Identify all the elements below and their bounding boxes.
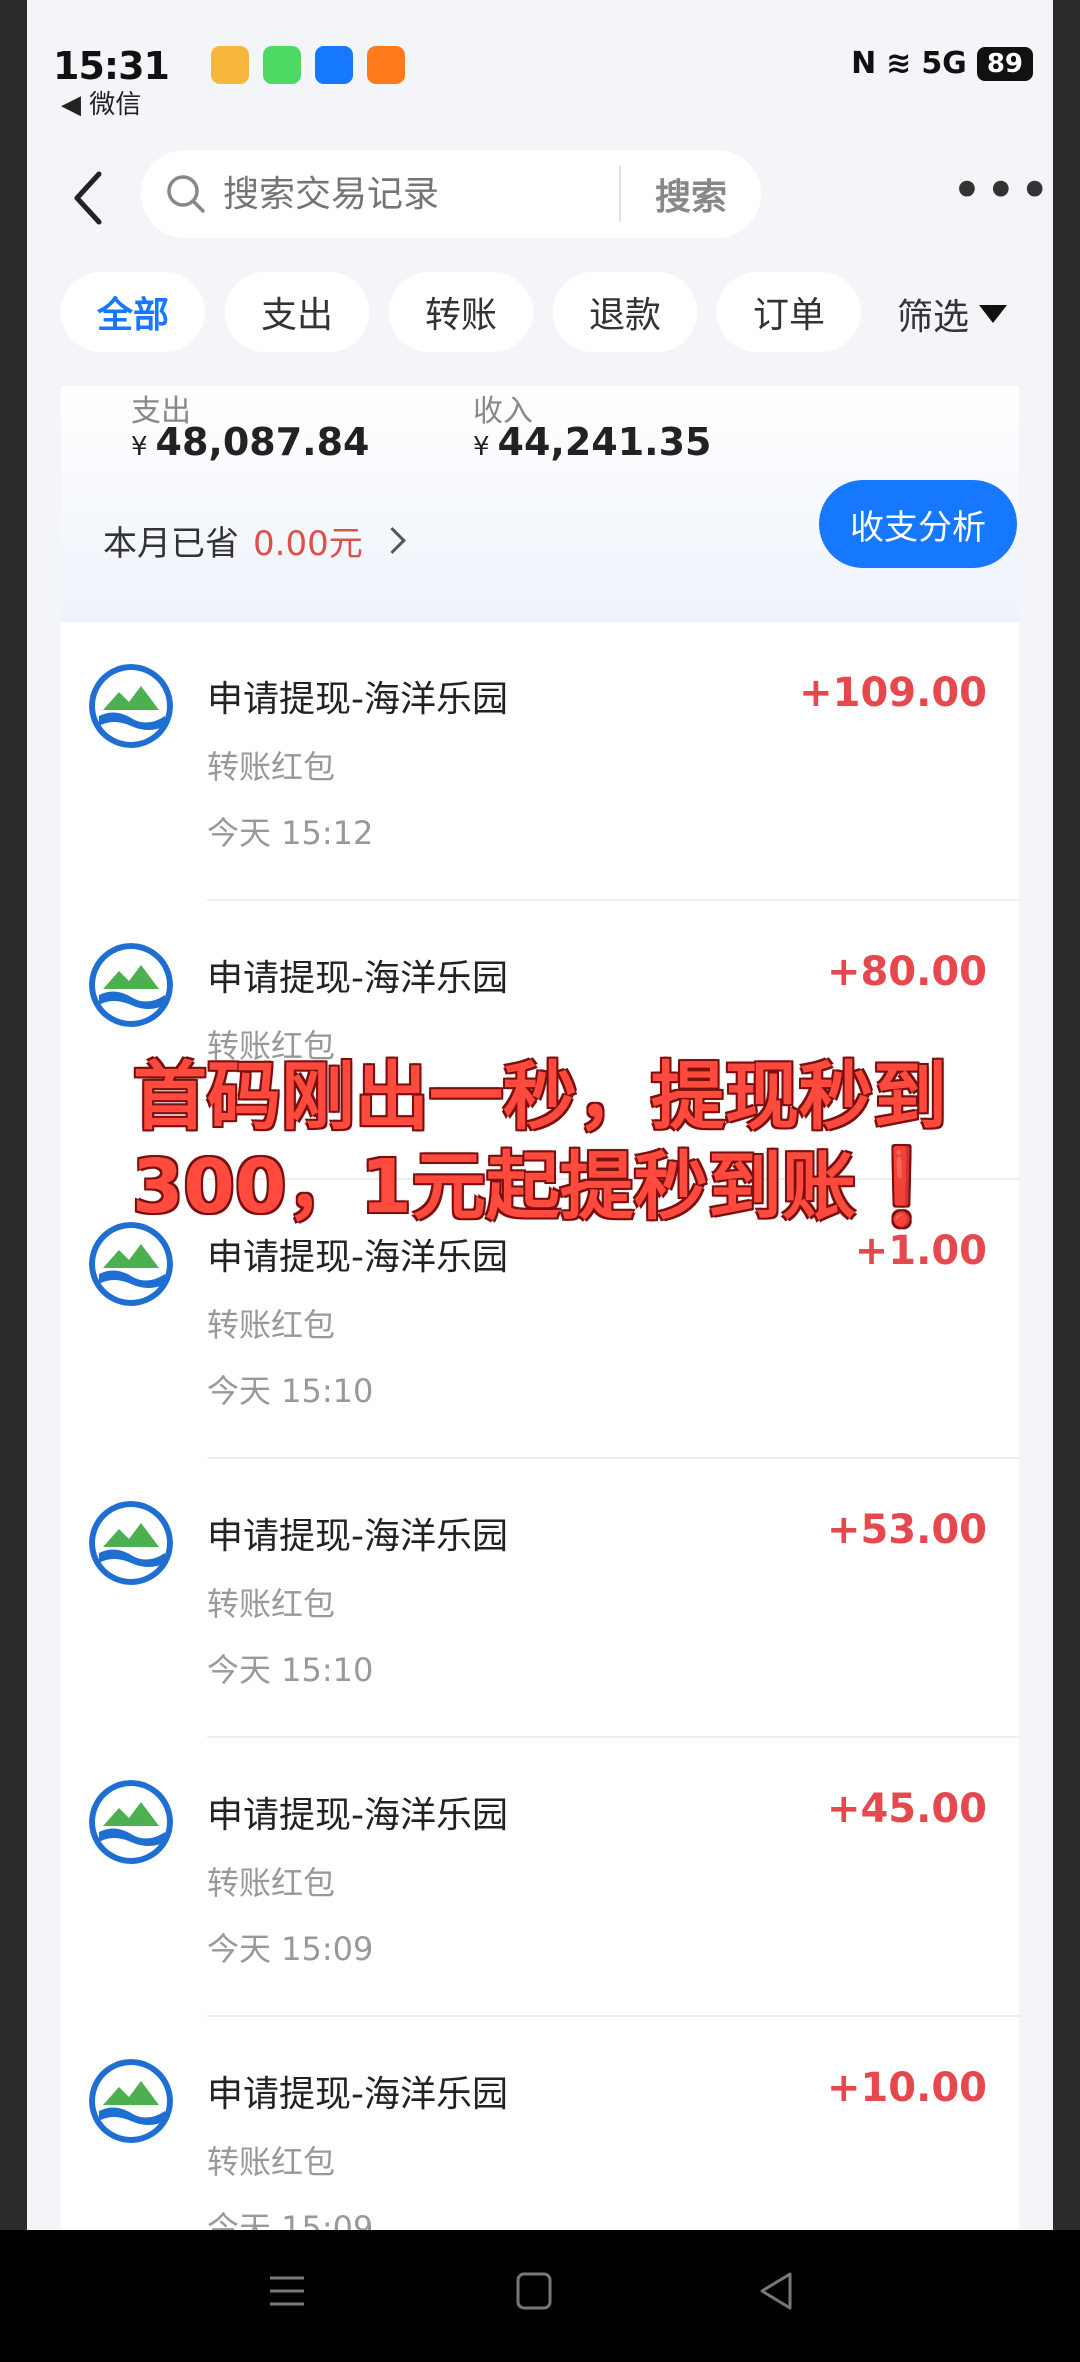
expense-amount: 48,087.84 (155, 420, 370, 464)
search-icon (167, 175, 205, 213)
search-input[interactable] (221, 172, 555, 216)
tab-all[interactable]: 全部 (61, 272, 205, 352)
transaction-type: 转账红包 (207, 1585, 336, 1623)
monthly-summary: 支出 ¥48,087.84 收入 ¥44,241.35 本月已省 0.00元 收… (61, 386, 1019, 622)
transaction-row[interactable]: 申请提现-海洋乐园 转账红包今天 15:10 +1.00 (61, 1180, 1019, 1459)
tab-expense[interactable]: 支出 (225, 272, 369, 352)
transaction-time: 今天 15:10 (207, 1651, 374, 1689)
wifi-icon: ≋ (886, 46, 912, 81)
transaction-amount: +53.00 (826, 1507, 987, 1553)
merchant-logo-icon (89, 664, 173, 748)
income-value: ¥44,241.35 (473, 420, 712, 464)
back-nav-icon[interactable] (756, 2270, 796, 2312)
transaction-row[interactable]: 申请提现-海洋乐园 转账红包今天 15:12 +109.00 (61, 622, 1019, 901)
filter-tabs: 全部 支出 转账 退款 订单 (61, 272, 861, 352)
transaction-title: 申请提现-海洋乐园 (207, 1516, 508, 1557)
merchant-logo-icon (89, 1501, 173, 1585)
transaction-type: 转账红包 (207, 1864, 336, 1902)
alipay-app-icon (315, 46, 353, 84)
transaction-list: 申请提现-海洋乐园 转账红包 今天 15:12 +109.00 申请提现-海洋乐园 转账红… (61, 622, 1019, 2230)
app-screen: 15:31 ◀ 微信 N ≋ 5G 89 搜索 ••• 全部 支出 转账 退款 (27, 0, 1053, 2230)
transaction-row[interactable]: 申请提现-海洋乐园 转账红包今天 15:09 +10.00 (61, 2017, 1019, 2230)
expense-currency: ¥ (131, 432, 148, 462)
message-app-icon (263, 46, 301, 84)
system-nav-bar (0, 2230, 1080, 2362)
menu-icon[interactable] (266, 2270, 308, 2312)
transaction-time: 今天 15:12 (207, 814, 374, 852)
transaction-time: 今天 15:09 (207, 2209, 374, 2230)
income-expense-analysis-button[interactable]: 收支分析 (819, 480, 1017, 568)
search-bar[interactable]: 搜索 (141, 150, 761, 238)
transaction-time: 今天 15:10 (207, 1372, 374, 1410)
transaction-type: 转账红包 (207, 748, 336, 786)
merchant-logo-icon (89, 2059, 173, 2143)
income-currency: ¥ (473, 432, 490, 462)
merchant-logo-icon (89, 1222, 173, 1306)
merchant-logo-icon (89, 1780, 173, 1864)
back-button[interactable] (65, 168, 115, 228)
tab-refund[interactable]: 退款 (553, 272, 697, 352)
transaction-type: 转账红包 (207, 1027, 336, 1065)
saved-label: 本月已省 (103, 524, 239, 564)
saved-value: 0.00元 (253, 524, 363, 564)
transaction-amount: +45.00 (826, 1786, 987, 1832)
status-bar: 15:31 ◀ 微信 N ≋ 5G 89 (27, 0, 1053, 130)
transaction-amount: +1.00 (854, 1228, 987, 1274)
transaction-type: 转账红包 (207, 2143, 336, 2181)
caret-down-icon (979, 305, 1008, 323)
nfc-icon: N (851, 46, 877, 81)
transaction-title: 申请提现-海洋乐园 (207, 679, 508, 720)
transaction-title: 申请提现-海洋乐园 (207, 1237, 508, 1278)
merchant-logo-icon (89, 943, 173, 1027)
transaction-amount: +10.00 (826, 2065, 987, 2111)
transaction-time: 今天 15:09 (207, 1930, 374, 1968)
saved-this-month-link[interactable]: 本月已省 0.00元 (103, 516, 406, 565)
more-options-button[interactable]: ••• (951, 164, 1053, 218)
transaction-title: 申请提现-海洋乐园 (207, 958, 508, 999)
status-indicators: N ≋ 5G 89 (851, 46, 1033, 81)
transaction-row[interactable]: 申请提现-海洋乐园 转账红包今天 15:10 +53.00 (61, 1459, 1019, 1738)
network-label: 5G (921, 46, 967, 81)
battery-level: 89 (976, 46, 1033, 81)
chevron-left-icon (74, 171, 102, 225)
transaction-row[interactable]: 申请提现-海洋乐园 转账红包今天 15:09 +45.00 (61, 1738, 1019, 2017)
filter-label: 筛选 (897, 297, 970, 338)
transaction-amount: +109.00 (799, 670, 987, 716)
transaction-type: 转账红包 (207, 1306, 336, 1344)
expense-value: ¥48,087.84 (131, 420, 370, 464)
search-button[interactable]: 搜索 (621, 168, 761, 220)
transaction-amount: +80.00 (826, 949, 987, 995)
chevron-right-icon (378, 527, 406, 554)
transaction-title: 申请提现-海洋乐园 (207, 2074, 508, 2115)
transaction-title: 申请提现-海洋乐园 (207, 1795, 508, 1836)
tab-orders[interactable]: 订单 (717, 272, 861, 352)
game-app-icon (367, 46, 405, 84)
back-to-app-link[interactable]: ◀ 微信 (61, 84, 141, 121)
weibo-app-icon (211, 46, 249, 84)
transaction-row[interactable]: 申请提现-海洋乐园 转账红包 +80.00 (61, 901, 1019, 1180)
tab-transfer[interactable]: 转账 (389, 272, 533, 352)
home-icon[interactable] (514, 2270, 554, 2312)
income-amount: 44,241.35 (497, 420, 712, 464)
filter-button[interactable]: 筛选 (897, 288, 1008, 340)
status-time: 15:31 (53, 44, 170, 88)
